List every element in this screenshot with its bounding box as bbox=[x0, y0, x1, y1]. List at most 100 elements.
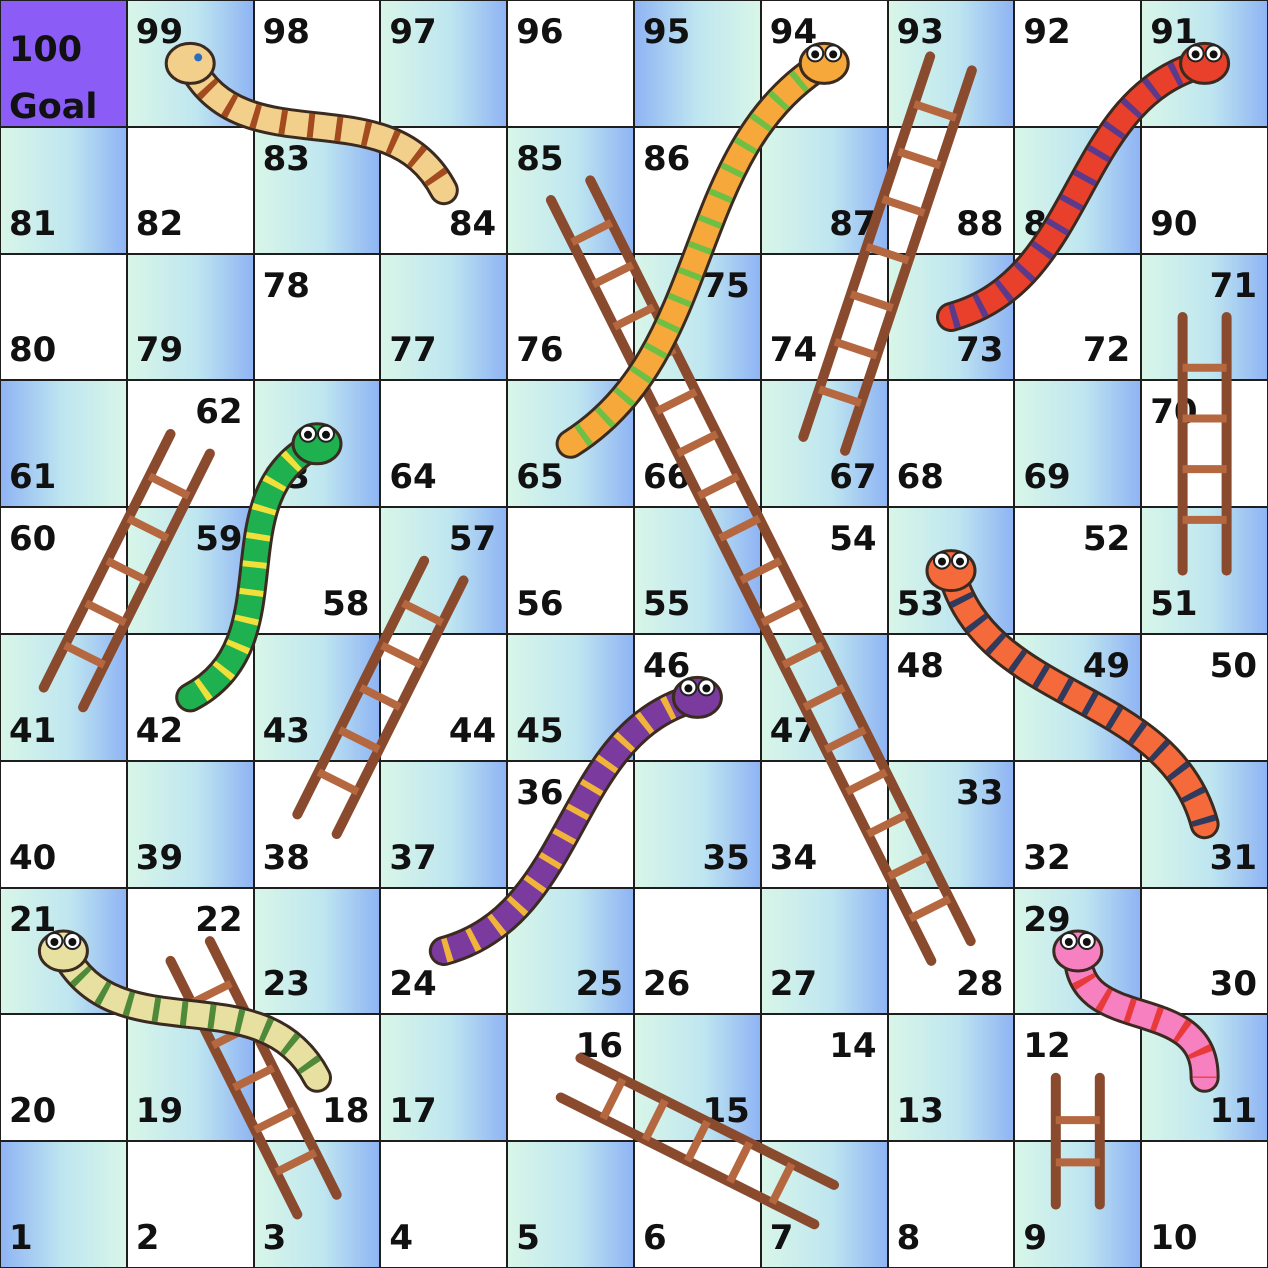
square-39: 39 bbox=[126, 760, 254, 888]
square-number: 90 bbox=[1150, 203, 1198, 244]
square-number: 47 bbox=[769, 710, 818, 751]
square-number: 56 bbox=[516, 583, 564, 624]
square-71: 71 bbox=[1141, 253, 1268, 381]
square-number: 94 bbox=[769, 12, 818, 52]
square-number: 66 bbox=[643, 457, 691, 498]
square-number: 13 bbox=[896, 1091, 944, 1132]
square-number: 23 bbox=[262, 964, 310, 1005]
square-number: 76 bbox=[516, 330, 564, 371]
square-54: 54 bbox=[760, 507, 888, 634]
square-number: 45 bbox=[516, 710, 564, 751]
square-number: 14 bbox=[829, 1026, 877, 1067]
square-29: 29 bbox=[1014, 887, 1142, 1015]
square-12: 12 bbox=[1014, 1014, 1142, 1142]
square-16: 16 bbox=[507, 1014, 634, 1142]
square-94: 94 bbox=[760, 0, 888, 127]
square-number: 88 bbox=[956, 203, 1004, 244]
square-1: 1 bbox=[0, 1141, 127, 1268]
square-number: 92 bbox=[1023, 12, 1071, 52]
square-75: 75 bbox=[634, 253, 761, 381]
square-32: 32 bbox=[1014, 760, 1142, 888]
square-number: 67 bbox=[829, 457, 877, 498]
goal-square: Goal 100 bbox=[0, 0, 127, 127]
square-number: 95 bbox=[643, 12, 691, 52]
square-number: 40 bbox=[9, 837, 57, 878]
square-number: 44 bbox=[448, 710, 497, 751]
square-68: 68 bbox=[887, 380, 1015, 508]
square-81: 81 bbox=[0, 126, 127, 254]
square-23: 23 bbox=[253, 887, 381, 1015]
square-number: 71 bbox=[1209, 265, 1257, 306]
square-number: 50 bbox=[1209, 646, 1257, 686]
square-number: 27 bbox=[769, 964, 818, 1005]
square-34: 34 bbox=[760, 760, 888, 888]
square-number: 32 bbox=[1023, 837, 1071, 878]
square-number: 77 bbox=[389, 330, 437, 371]
square-number: 43 bbox=[262, 710, 310, 751]
square-number: 49 bbox=[1082, 646, 1131, 686]
square-70: 70 bbox=[1141, 380, 1268, 508]
square-number: 12 bbox=[1023, 1026, 1071, 1067]
square-number: 19 bbox=[135, 1091, 184, 1132]
square-number: 98 bbox=[262, 12, 310, 52]
square-number: 20 bbox=[9, 1091, 57, 1132]
square-number: 97 bbox=[389, 12, 437, 52]
square-64: 64 bbox=[380, 380, 508, 508]
square-number: 26 bbox=[643, 964, 691, 1005]
square-14: 14 bbox=[760, 1014, 888, 1142]
square-2: 2 bbox=[126, 1141, 254, 1268]
square-number: 65 bbox=[516, 457, 564, 498]
square-28: 28 bbox=[887, 887, 1015, 1015]
square-31: 31 bbox=[1141, 760, 1268, 888]
square-number: 30 bbox=[1209, 964, 1257, 1005]
square-number: 73 bbox=[956, 330, 1004, 371]
square-number: 68 bbox=[896, 457, 944, 498]
square-number: 70 bbox=[1150, 392, 1198, 433]
square-number: 6 bbox=[643, 1217, 667, 1258]
square-number: 2 bbox=[135, 1217, 160, 1258]
square-73: 73 bbox=[887, 253, 1015, 381]
square-91: 91 bbox=[1141, 0, 1268, 127]
square-number: 10 bbox=[1150, 1217, 1198, 1258]
square-35: 35 bbox=[634, 760, 761, 888]
square-38: 38 bbox=[253, 760, 381, 888]
square-88: 88 bbox=[887, 126, 1015, 254]
square-85: 85 bbox=[507, 126, 634, 254]
square-60: 60 bbox=[0, 507, 127, 634]
square-number: 18 bbox=[322, 1091, 370, 1132]
square-number: 25 bbox=[575, 964, 623, 1005]
square-80: 80 bbox=[0, 253, 127, 381]
square-number: 55 bbox=[643, 583, 691, 624]
square-92: 92 bbox=[1014, 0, 1142, 127]
square-number: 22 bbox=[195, 899, 243, 940]
square-48: 48 bbox=[887, 634, 1015, 761]
square-21: 21 bbox=[0, 887, 127, 1015]
square-97: 97 bbox=[380, 0, 508, 127]
square-6: 6 bbox=[634, 1141, 761, 1268]
square-number: 48 bbox=[896, 646, 944, 686]
square-number: 7 bbox=[769, 1217, 794, 1258]
square-number: 99 bbox=[135, 12, 184, 52]
square-number: 46 bbox=[643, 646, 691, 686]
square-number: 51 bbox=[1150, 583, 1198, 624]
square-90: 90 bbox=[1141, 126, 1268, 254]
square-number: 33 bbox=[956, 772, 1004, 813]
goal-number: 100 bbox=[9, 30, 83, 70]
square-number: 28 bbox=[956, 964, 1004, 1005]
square-26: 26 bbox=[634, 887, 761, 1015]
square-15: 15 bbox=[634, 1014, 761, 1142]
square-59: 59 bbox=[126, 507, 254, 634]
square-number: 72 bbox=[1082, 330, 1131, 371]
square-46: 46 bbox=[634, 634, 761, 761]
square-number: 62 bbox=[195, 392, 243, 433]
square-17: 17 bbox=[380, 1014, 508, 1142]
square-27: 27 bbox=[760, 887, 888, 1015]
square-30: 30 bbox=[1141, 887, 1268, 1015]
square-number: 58 bbox=[322, 583, 370, 624]
square-18: 18 bbox=[253, 1014, 381, 1142]
square-44: 44 bbox=[380, 634, 508, 761]
square-number: 3 bbox=[262, 1217, 287, 1258]
square-63: 63 bbox=[253, 380, 381, 508]
square-96: 96 bbox=[507, 0, 634, 127]
square-83: 83 bbox=[253, 126, 381, 254]
